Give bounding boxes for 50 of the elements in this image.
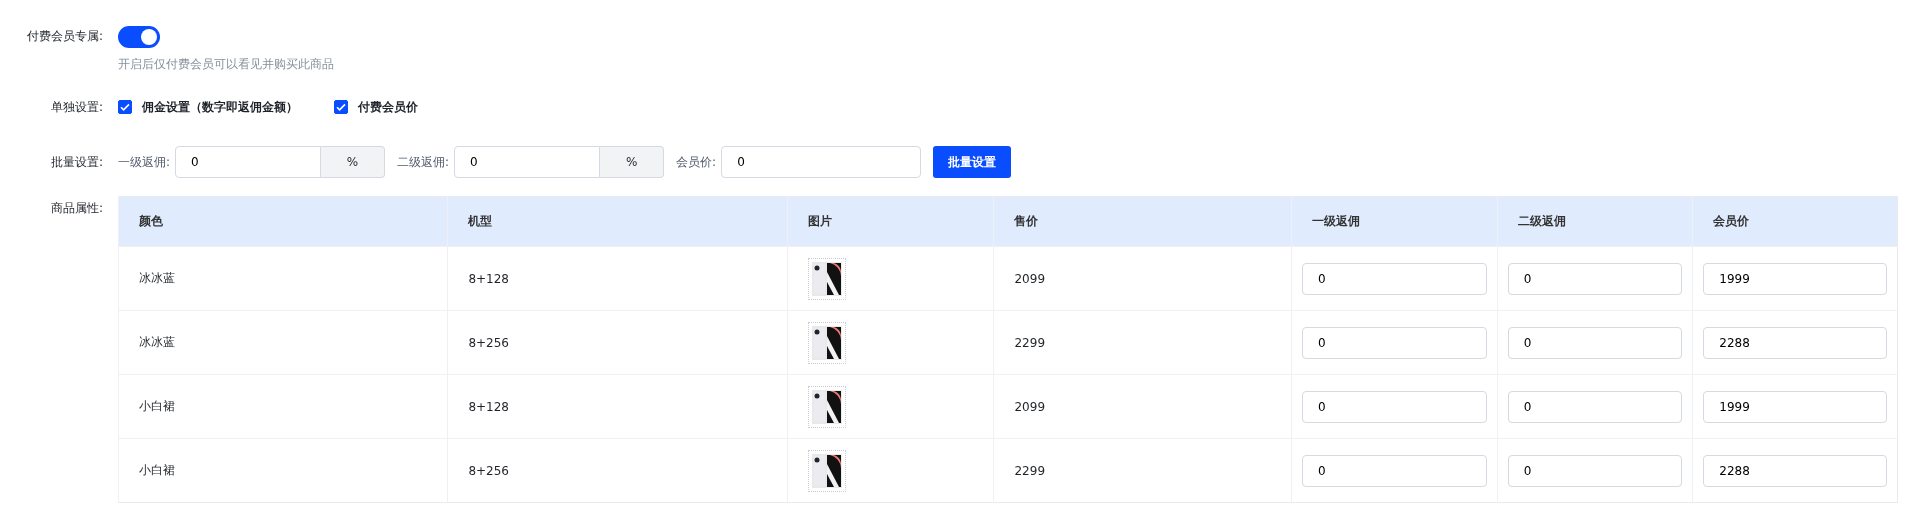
field-label: 二级返佣: (397, 153, 450, 171)
input-field[interactable]: 0 (1301, 454, 1487, 487)
column-header: 售价 (994, 196, 1292, 247)
field-label: 一级返佣: (118, 153, 171, 171)
table-cell: 2099 (994, 246, 1292, 311)
column-header: 一级返佣 (1291, 196, 1498, 247)
checkbox-label: 付费会员价 (358, 98, 418, 116)
input-field[interactable]: 2288 (1703, 326, 1887, 359)
input-field[interactable]: 0 (1301, 326, 1487, 359)
input-field[interactable]: 1999 (1703, 262, 1887, 295)
input-field[interactable]: 0 (1507, 262, 1683, 295)
toggle-switch[interactable] (118, 26, 160, 48)
column-header: 机型 (447, 196, 788, 247)
input-field[interactable]: 0 (1507, 390, 1683, 423)
table-cell: 小白裙 (118, 438, 448, 503)
table-cell: 8+128 (447, 374, 788, 439)
field-label: 单独设置: (49, 99, 104, 116)
hint-text: 开启后仅付费会员可以看见并购买此商品 (118, 56, 334, 73)
table-cell: 2099 (994, 374, 1292, 439)
column-header: 图片 (787, 196, 994, 247)
input-field[interactable]: 0 (454, 146, 601, 178)
table-cell: 8+256 (447, 310, 788, 375)
table-cell: 冰冰蓝 (118, 246, 448, 311)
input-field[interactable]: 2288 (1703, 454, 1887, 487)
field-label: 会员价: (676, 153, 717, 171)
column-header: 会员价 (1692, 196, 1898, 247)
input-field[interactable]: 0 (1301, 390, 1487, 423)
batch-set-button[interactable]: 批量设置 (933, 146, 1012, 178)
input-field[interactable]: 0 (175, 146, 322, 178)
input-field[interactable]: 0 (1507, 454, 1683, 487)
checkbox-label: 佣金设置（数字即返佣金额） (142, 98, 298, 116)
table-cell: 2299 (994, 310, 1292, 375)
percent-addon: % (321, 146, 386, 178)
input-field[interactable]: 0 (721, 146, 922, 178)
field-label: 付费会员专属: (25, 28, 104, 45)
table-cell: 8+256 (447, 438, 788, 503)
checkbox[interactable] (118, 100, 132, 114)
field-label: 商品属性: (49, 200, 104, 217)
table-cell: 8+128 (447, 246, 788, 311)
column-header: 二级返佣 (1497, 196, 1693, 247)
percent-addon: % (600, 146, 665, 178)
input-field[interactable]: 0 (1507, 326, 1683, 359)
field-label: 批量设置: (49, 154, 104, 171)
input-field[interactable]: 0 (1301, 262, 1487, 295)
input-field[interactable]: 1999 (1703, 390, 1887, 423)
table-cell: 2299 (994, 438, 1292, 503)
table-cell: 冰冰蓝 (118, 310, 448, 375)
checkbox[interactable] (334, 100, 348, 114)
column-header: 颜色 (118, 196, 448, 247)
table-cell: 小白裙 (118, 374, 448, 439)
